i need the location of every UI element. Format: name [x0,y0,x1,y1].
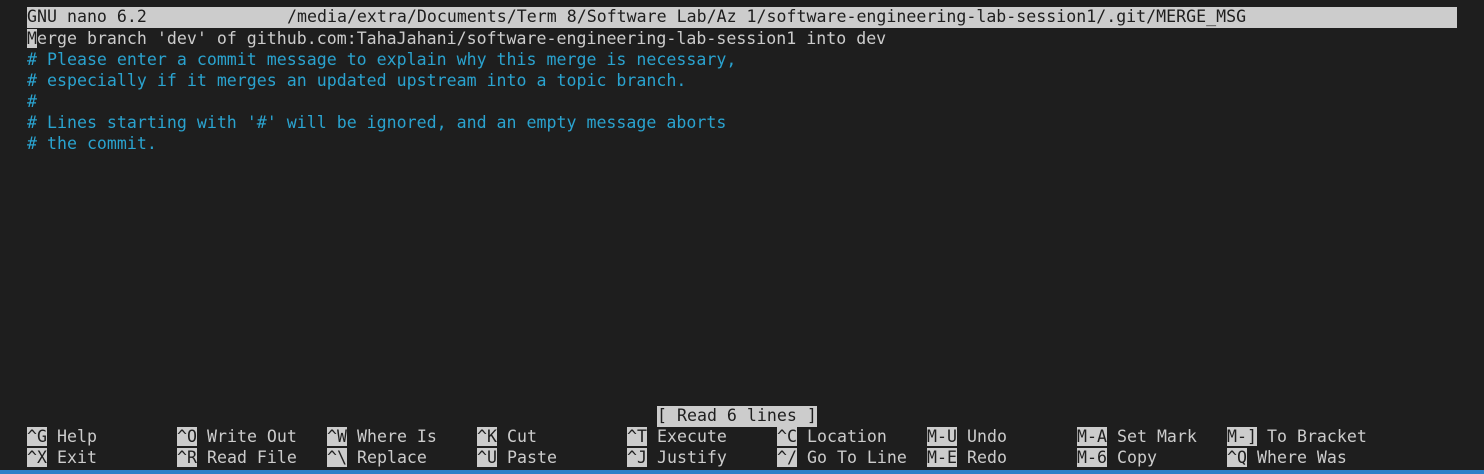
key-ctrl-c: ^C [777,427,797,446]
shortcut-label: Copy [1116,448,1157,467]
shortcut-label: Where Is [356,427,437,446]
shortcut-label: Replace [356,448,427,467]
key-meta-a: M-A [1077,427,1107,446]
shortcut-where-is[interactable]: ^W Where Is [327,427,437,448]
shortcut-replace[interactable]: ^\ Replace [327,448,427,469]
shortcut-exit[interactable]: ^X Exit [27,448,97,469]
key-ctrl-slash: ^/ [777,448,797,467]
text-cursor: M [27,29,37,48]
comment-line[interactable]: # the commit. [27,134,157,155]
key-meta-u: M-U [927,427,957,446]
key-ctrl-q: ^Q [1227,448,1247,467]
shortcut-justify[interactable]: ^J Justify [627,448,727,469]
shortcut-cut[interactable]: ^K Cut [477,427,537,448]
status-message: [ Read 6 lines ] [657,406,817,427]
terminal-window: GNU nano 6.2 /media/extra/Documents/Term… [0,0,1484,474]
shortcut-label: Paste [506,448,557,467]
file-path: /media/extra/Documents/Term 8/Software L… [287,7,1247,26]
key-ctrl-x: ^X [27,448,47,467]
shortcut-label: Exit [56,448,97,467]
shortcut-label: Set Mark [1116,427,1197,446]
key-meta-e: M-E [927,448,957,467]
comment-line[interactable]: # [27,92,37,113]
shortcut-to-bracket[interactable]: M-] To Bracket [1227,427,1367,448]
shortcut-where-was[interactable]: ^Q Where Was [1227,448,1347,469]
shortcut-write-out[interactable]: ^O Write Out [177,427,297,448]
key-ctrl-u: ^U [477,448,497,467]
key-ctrl-w: ^W [327,427,347,446]
shortcut-label: Where Was [1256,448,1347,467]
shortcut-label: To Bracket [1266,427,1367,446]
key-meta-bracket: M-] [1227,427,1257,446]
key-ctrl-j: ^J [627,448,647,467]
shortcut-label: Cut [506,427,537,446]
commit-message-text: erge branch 'dev' of github.com:TahaJaha… [37,29,887,48]
shortcut-undo[interactable]: M-U Undo [927,427,1007,448]
shortcut-help[interactable]: ^G Help [27,427,97,448]
shortcut-label: Go To Line [806,448,907,467]
shortcut-label: Redo [966,448,1007,467]
comment-line[interactable]: # especially if it merges an updated ups… [27,71,686,92]
shortcut-label: Help [56,427,97,446]
shortcut-label: Execute [656,427,727,446]
key-ctrl-t: ^T [627,427,647,446]
comment-line[interactable]: # Lines starting with '#' will be ignore… [27,113,726,134]
shortcut-copy[interactable]: M-6 Copy [1077,448,1157,469]
editor-line-1[interactable]: Merge branch 'dev' of github.com:TahaJah… [27,29,886,50]
shortcut-label: Write Out [206,427,297,446]
shortcut-location[interactable]: ^C Location [777,427,887,448]
shortcut-read-file[interactable]: ^R Read File [177,448,297,469]
comment-line[interactable]: # Please enter a commit message to expla… [27,50,736,71]
terminal-bottom-strip [0,470,1484,474]
shortcut-set-mark[interactable]: M-A Set Mark [1077,427,1197,448]
key-meta-6: M-6 [1077,448,1107,467]
shortcut-paste[interactable]: ^U Paste [477,448,557,469]
program-version: GNU nano 6.2 [27,7,147,26]
key-ctrl-r: ^R [177,448,197,467]
key-ctrl-g: ^G [27,427,47,446]
shortcut-label: Justify [656,448,727,467]
shortcut-redo[interactable]: M-E Redo [927,448,1007,469]
shortcut-label: Read File [206,448,297,467]
key-ctrl-o: ^O [177,427,197,446]
shortcut-label: Undo [966,427,1007,446]
shortcut-go-to-line[interactable]: ^/ Go To Line [777,448,907,469]
key-ctrl-k: ^K [477,427,497,446]
nano-title-bar: GNU nano 6.2 /media/extra/Documents/Term… [27,7,1457,28]
key-ctrl-backslash: ^\ [327,448,347,467]
shortcut-execute[interactable]: ^T Execute [627,427,727,448]
shortcut-label: Location [806,427,887,446]
